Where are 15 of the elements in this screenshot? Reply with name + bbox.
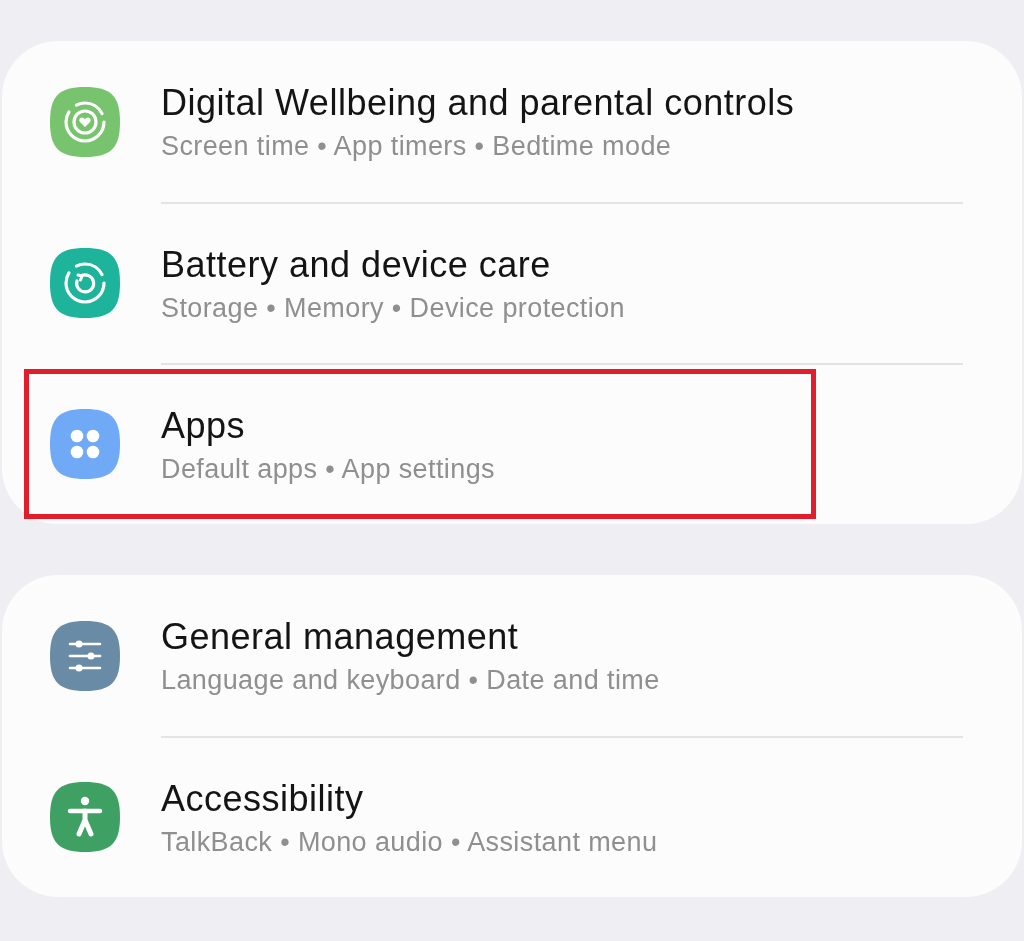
item-subtitle: Language and keyboard • Date and time — [161, 663, 661, 696]
item-title: Battery and device care — [161, 243, 552, 286]
item-subtitle: Storage • Memory • Device protection — [161, 291, 626, 324]
settings-item[interactable]: Battery and device care Storage • Memory • Device protection — [2, 202, 1022, 363]
settings-item[interactable]: Accessibility TalkBack • Mono audio • Assistant menu — [2, 736, 1022, 897]
settings-item[interactable]: Digital Wellbeing and parental controls Screen time • App timers • Bedtime mode — [2, 41, 1022, 202]
item-subtitle: Default apps • App settings — [161, 452, 496, 485]
item-title: Digital Wellbeing and parental controls — [161, 81, 796, 124]
item-title: Apps — [161, 404, 247, 447]
settings-item[interactable]: Apps Default apps • App settings — [2, 363, 1022, 524]
item-title: Accessibility — [161, 777, 365, 820]
item-subtitle: TalkBack • Mono audio • Assistant menu — [161, 825, 659, 858]
item-subtitle: Screen time • App timers • Bedtime mode — [161, 129, 673, 162]
settings-item[interactable]: General management Language and keyboard • Date and time — [2, 575, 1022, 736]
item-title: General management — [161, 615, 520, 658]
